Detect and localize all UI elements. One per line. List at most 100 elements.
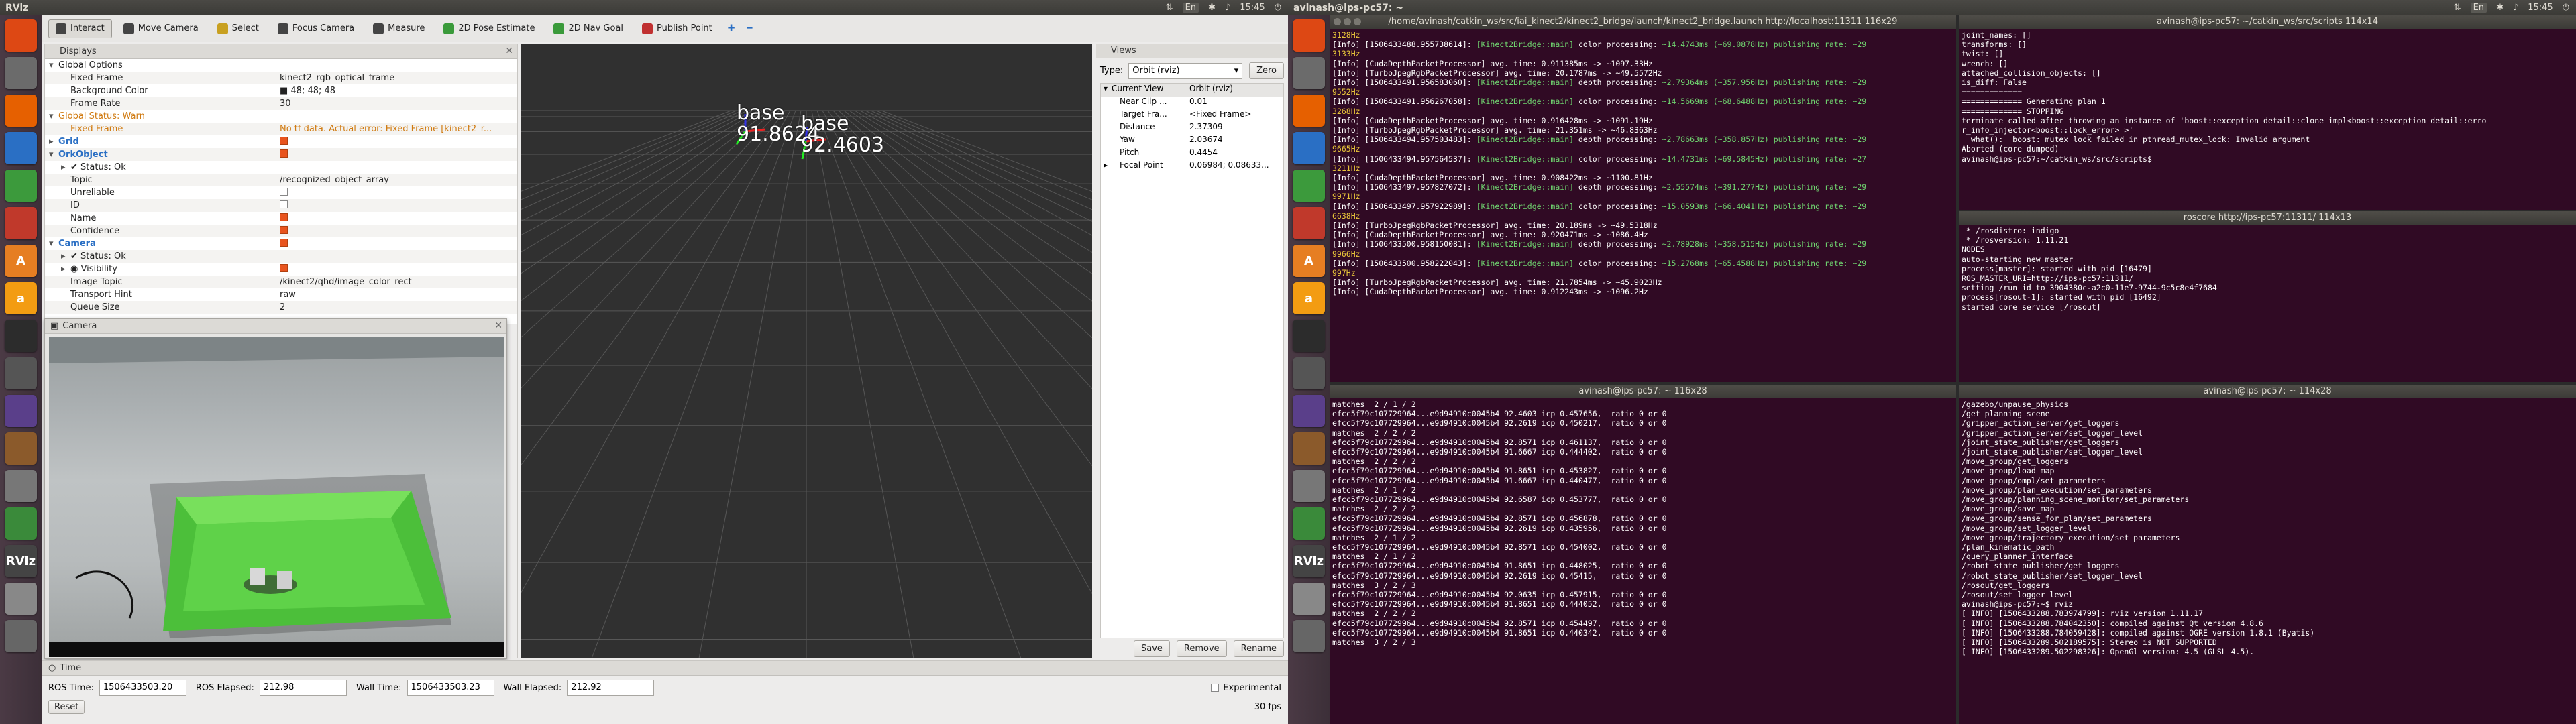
- tool-focus-camera[interactable]: Focus Camera: [270, 19, 362, 38]
- display-row[interactable]: Name: [45, 212, 517, 225]
- enable-checkbox[interactable]: [280, 238, 288, 247]
- view-property-row[interactable]: Distance 2.37309: [1101, 122, 1283, 135]
- experimental-toggle[interactable]: Experimental: [1211, 683, 1281, 693]
- rviz-icon[interactable]: RViz: [5, 545, 37, 577]
- volume-icon[interactable]: ♪: [2513, 3, 2518, 13]
- display-row[interactable]: Queue Size 2: [45, 301, 517, 314]
- terminal-icon[interactable]: [5, 320, 37, 352]
- display-row[interactable]: ▾ OrkObject: [45, 148, 517, 161]
- plus-icon[interactable]: ✚: [724, 23, 739, 34]
- expand-arrow-icon[interactable]: ▸: [1104, 160, 1108, 170]
- text-editor-icon[interactable]: [5, 470, 37, 502]
- display-row[interactable]: Topic/recognized_object_array: [45, 174, 517, 186]
- camera-panel-header[interactable]: ▣ Camera ✕: [45, 319, 506, 334]
- bluetooth-icon[interactable]: ✱: [2496, 3, 2504, 13]
- view-property-row[interactable]: Yaw 2.03674: [1101, 135, 1283, 147]
- qtcreator-icon[interactable]: [1293, 507, 1325, 540]
- display-row[interactable]: ID: [45, 199, 517, 212]
- property-value[interactable]: 0.01: [1189, 97, 1208, 106]
- window-buttons[interactable]: [1334, 18, 1361, 25]
- view-property-row[interactable]: Near Clip ... 0.01: [1101, 97, 1283, 109]
- enable-checkbox[interactable]: [280, 200, 288, 208]
- enable-checkbox[interactable]: [280, 187, 288, 196]
- calc-icon[interactable]: [1293, 170, 1325, 202]
- terminal-scripts[interactable]: avinash@ips-pc57: ~/catkin_ws/src/script…: [1959, 15, 2576, 210]
- display-row-value[interactable]: [280, 149, 288, 160]
- firefox-icon[interactable]: [5, 95, 37, 127]
- enable-checkbox[interactable]: [280, 149, 288, 158]
- amazon-icon[interactable]: a: [5, 282, 37, 314]
- property-value[interactable]: 2.37309: [1189, 122, 1223, 131]
- rviz-icon[interactable]: RViz: [1293, 545, 1325, 577]
- view-property-row[interactable]: ▾ Current View Orbit (rviz): [1101, 84, 1283, 97]
- bluetooth-icon[interactable]: ✱: [1208, 3, 1216, 13]
- terminal-titlebar[interactable]: roscore http://ips-pc57:11311/ 114x13: [1959, 211, 2576, 225]
- display-row-value[interactable]: /recognized_object_array: [280, 175, 389, 185]
- display-row[interactable]: ▾ Camera: [45, 237, 517, 250]
- terminal-kinect2-bridge[interactable]: /home/avinash/catkin_ws/src/iai_kinect2/…: [1330, 15, 1956, 382]
- expand-arrow-icon[interactable]: ▸: [61, 251, 70, 261]
- display-row[interactable]: ▸ ◉ Visibility: [45, 263, 517, 276]
- power-icon[interactable]: ⏻: [1275, 3, 1281, 13]
- display-row[interactable]: ▸ Grid: [45, 135, 517, 148]
- terminal-titlebar[interactable]: /home/avinash/catkin_ws/src/iai_kinect2/…: [1330, 15, 1956, 29]
- expand-arrow-icon[interactable]: ▾: [49, 60, 58, 70]
- trash-icon[interactable]: [1293, 620, 1325, 652]
- display-row-value[interactable]: [280, 187, 288, 198]
- view-property-row[interactable]: Pitch 0.4454: [1101, 147, 1283, 160]
- writer-icon[interactable]: [5, 132, 37, 164]
- eclipse-icon[interactable]: [1293, 395, 1325, 427]
- display-row-value[interactable]: [280, 136, 288, 147]
- writer-icon[interactable]: [1293, 132, 1325, 164]
- tool-2d-nav-goal[interactable]: 2D Nav Goal: [546, 19, 631, 38]
- terminal-roscore[interactable]: roscore http://ips-pc57:11311/ 114x13 * …: [1959, 211, 2576, 382]
- 3d-viewport[interactable]: base 91.8624 base 92.4603: [521, 44, 1092, 658]
- books-icon[interactable]: [5, 432, 37, 465]
- display-row-value[interactable]: ■ 48; 48; 48: [280, 86, 335, 96]
- drive-icon[interactable]: [5, 583, 37, 615]
- view-property-row[interactable]: Target Fra... <Fixed Frame>: [1101, 109, 1283, 122]
- display-row-value[interactable]: [280, 213, 288, 224]
- firefox-icon[interactable]: [1293, 95, 1325, 127]
- display-row-value[interactable]: /kinect2/qhd/image_color_rect: [280, 277, 412, 287]
- eclipse-icon[interactable]: [5, 395, 37, 427]
- close-icon[interactable]: ✕: [505, 46, 513, 56]
- keyboard-layout-indicator[interactable]: En: [2470, 3, 2487, 13]
- power-icon[interactable]: ⏻: [2563, 3, 2569, 13]
- display-row[interactable]: Image Topic/kinect2/qhd/image_color_rect: [45, 276, 517, 288]
- expand-arrow-icon[interactable]: ▾: [49, 149, 58, 160]
- expand-arrow-icon[interactable]: ▸: [61, 162, 70, 172]
- settings-icon[interactable]: [1293, 357, 1325, 389]
- property-value[interactable]: 0.4454: [1189, 147, 1218, 157]
- experimental-checkbox[interactable]: [1211, 684, 1220, 692]
- expand-arrow-icon[interactable]: ▾: [49, 239, 58, 249]
- text-editor-icon[interactable]: [1293, 470, 1325, 502]
- files-icon[interactable]: [1293, 57, 1325, 89]
- qtcreator-icon[interactable]: [5, 507, 37, 540]
- enable-checkbox[interactable]: [280, 136, 288, 145]
- enable-checkbox[interactable]: [280, 213, 288, 221]
- expand-arrow-icon[interactable]: ▾: [1104, 84, 1108, 93]
- tool-interact[interactable]: Interact: [48, 19, 112, 38]
- display-row[interactable]: Unreliable: [45, 186, 517, 199]
- calc-icon[interactable]: [5, 170, 37, 202]
- terminal-rviz[interactable]: avinash@ips-pc57: ~ 114x28 /gazebo/unpau…: [1959, 385, 2576, 724]
- display-row[interactable]: ▾ Global Options: [45, 59, 517, 72]
- display-row-value[interactable]: [280, 238, 288, 249]
- terminal-titlebar[interactable]: avinash@ips-pc57: ~ 114x28: [1959, 385, 2576, 398]
- enable-checkbox[interactable]: [280, 263, 288, 272]
- display-row[interactable]: Confidence: [45, 225, 517, 237]
- rename-button[interactable]: Rename: [1233, 640, 1284, 657]
- property-value[interactable]: 0.06984; 0.08633...: [1189, 160, 1269, 170]
- books-icon[interactable]: [1293, 432, 1325, 465]
- ubuntu-icon[interactable]: [5, 19, 37, 52]
- expand-arrow-icon[interactable]: ▾: [49, 111, 58, 121]
- display-row-value[interactable]: kinect2_rgb_optical_frame: [280, 73, 394, 83]
- display-row-value[interactable]: raw: [280, 290, 296, 300]
- impress-icon[interactable]: [5, 207, 37, 239]
- software-icon[interactable]: A: [1293, 245, 1325, 277]
- network-icon[interactable]: ⇅: [1166, 3, 1173, 13]
- minus-icon[interactable]: ━: [743, 23, 757, 34]
- clock[interactable]: 15:45: [2528, 3, 2553, 13]
- software-icon[interactable]: A: [5, 245, 37, 277]
